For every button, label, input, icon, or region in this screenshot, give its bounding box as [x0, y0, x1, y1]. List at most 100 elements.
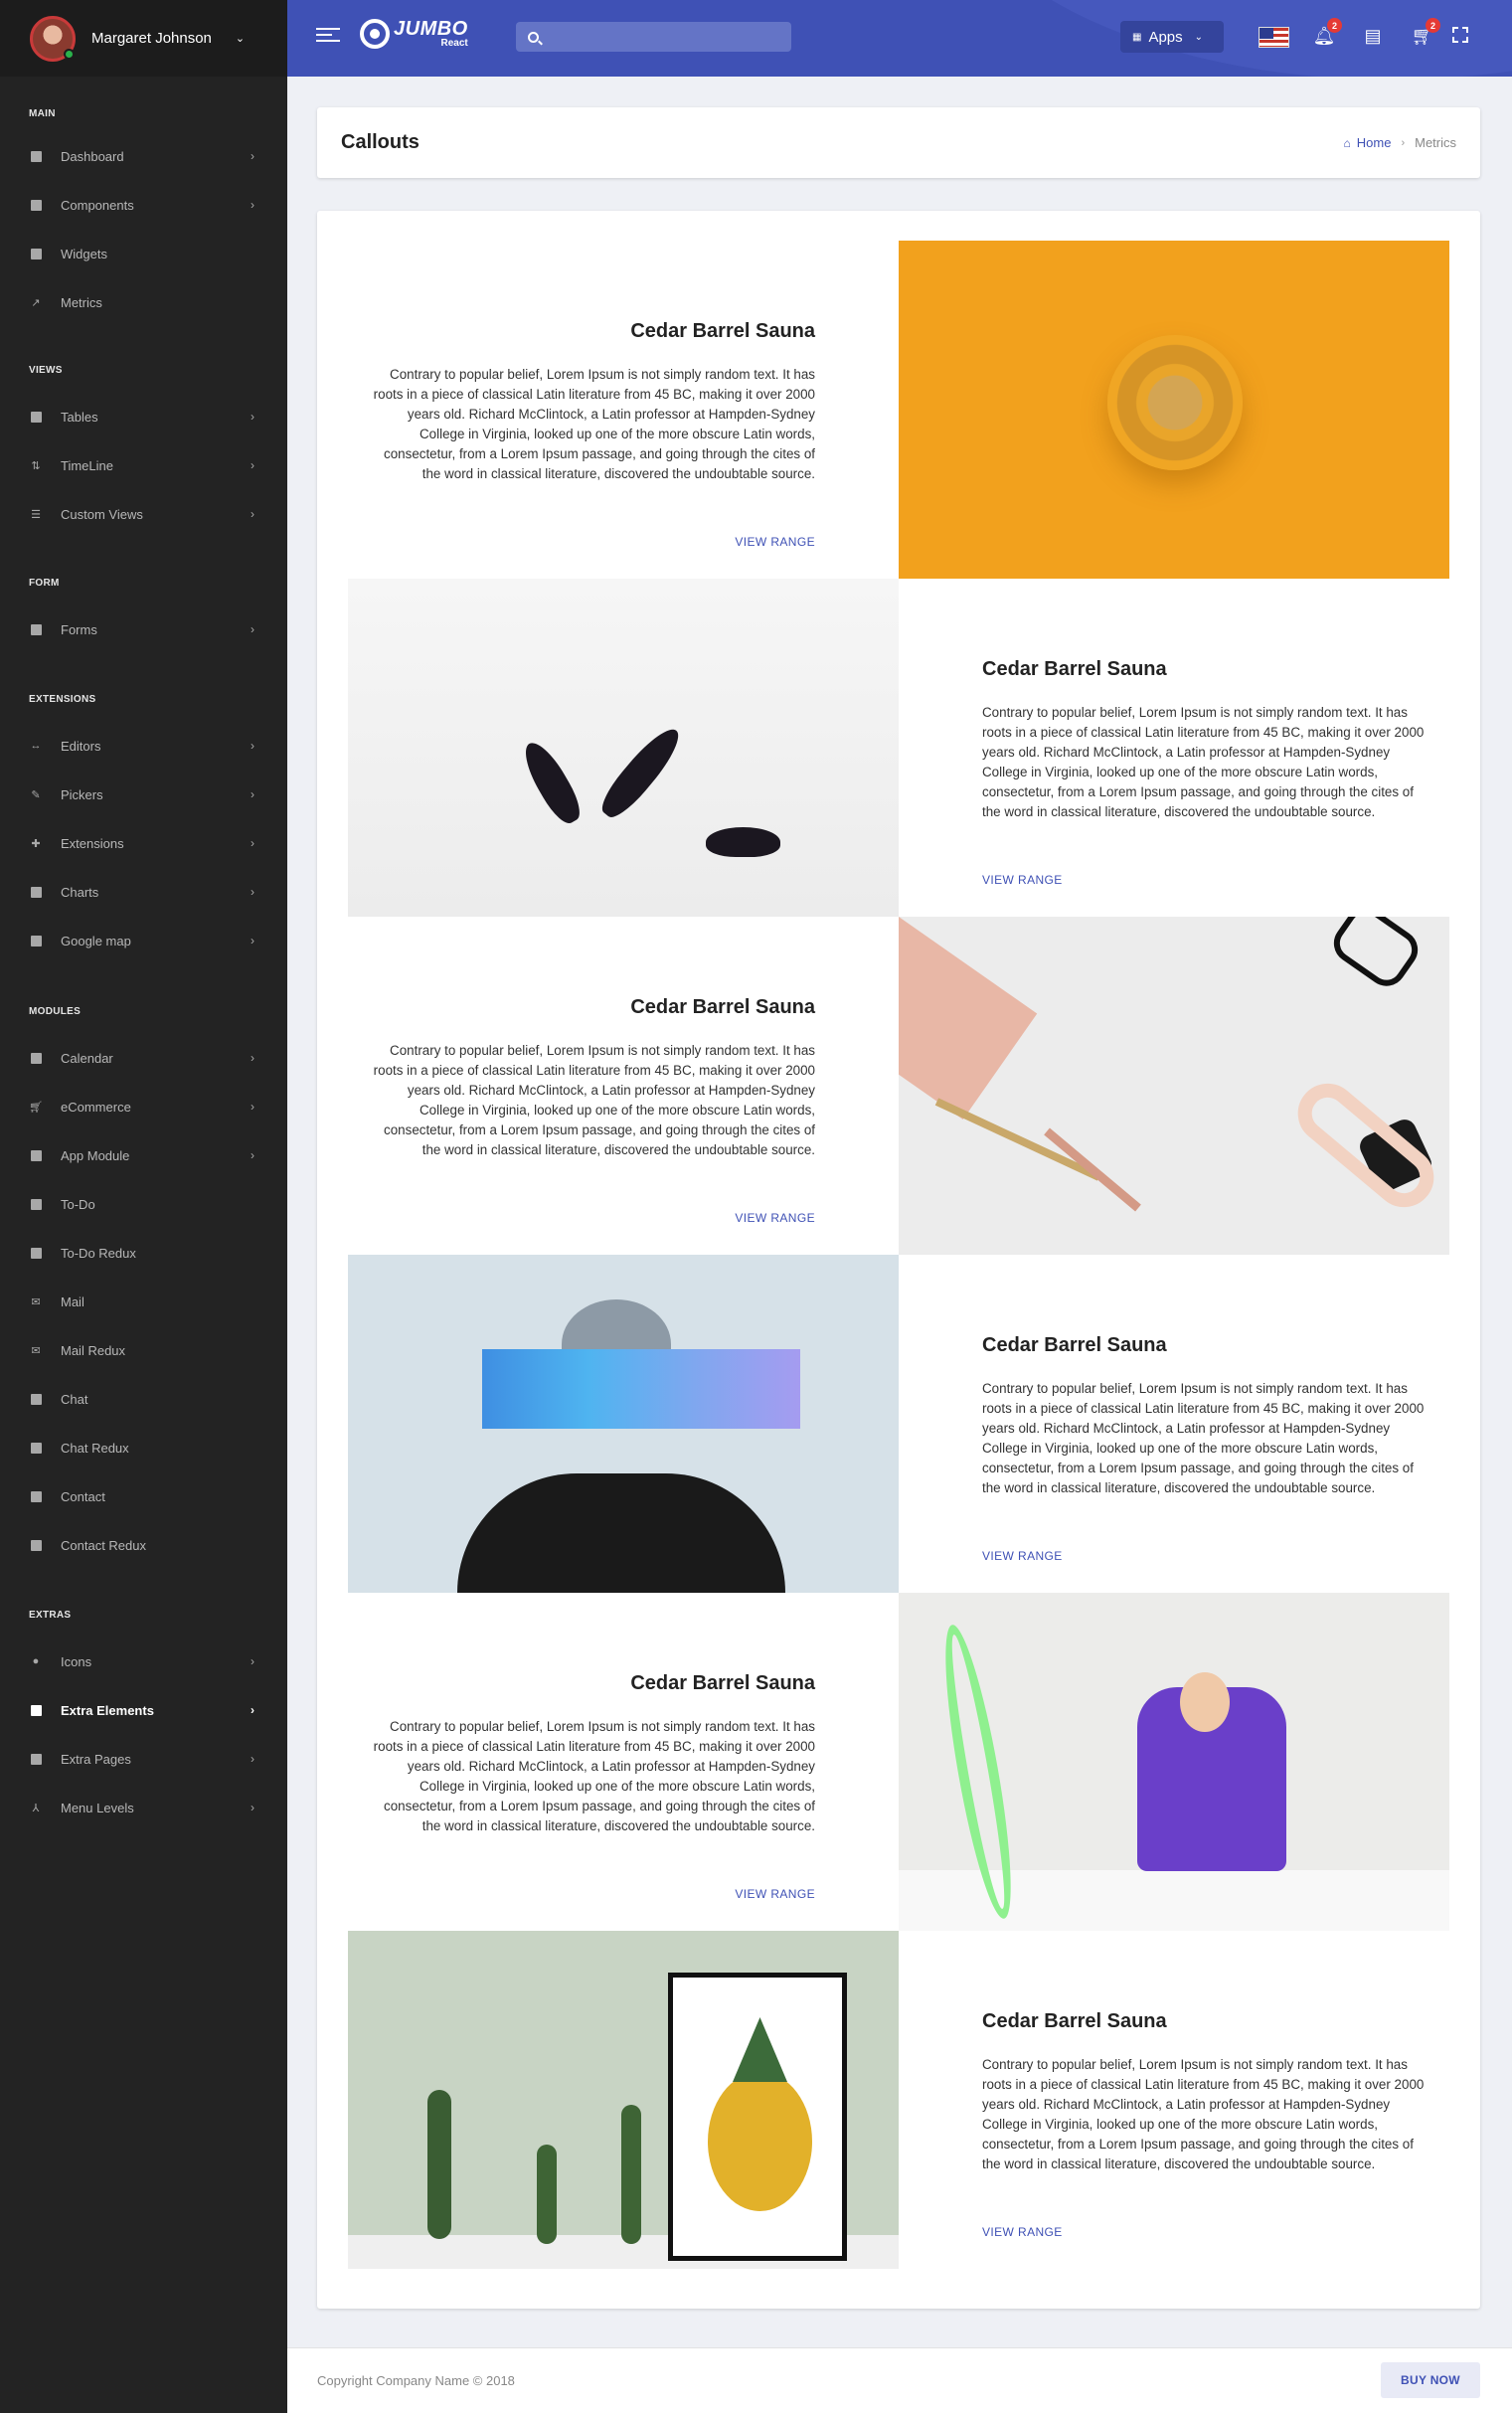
avatar[interactable] — [30, 15, 76, 62]
chevron-right-icon: › — [251, 622, 254, 636]
buy-now-button[interactable]: BUY NOW — [1381, 2362, 1480, 2398]
sidebar-item-metrics[interactable]: ↗ Metrics — [0, 282, 287, 322]
logo-subtitle: React — [440, 38, 468, 49]
sidebar-item-editors[interactable]: ↔ Editors › — [0, 726, 287, 766]
chevron-right-icon: › — [251, 149, 254, 163]
sidebar-item-todo-redux[interactable]: To-Do Redux — [0, 1233, 287, 1273]
sidebar-item-label: eCommerce — [61, 1099, 131, 1115]
pen-graphic — [934, 1098, 1101, 1181]
sidebar-item-todo[interactable]: To-Do — [0, 1184, 287, 1224]
puzzle-icon: ✚ — [31, 837, 41, 850]
ribbon-graphic — [932, 1621, 1024, 1923]
apps-grid-icon: ▦ — [1132, 31, 1142, 43]
sidebar-item-contact[interactable]: Contact — [0, 1476, 287, 1516]
page-header-card: Callouts ⌂ Home › Metrics — [317, 107, 1480, 178]
sidebar-item-mail[interactable]: ✉ Mail — [0, 1282, 287, 1321]
view-range-link[interactable]: VIEW RANGE — [735, 1211, 815, 1225]
sidebar-item-ecommerce[interactable]: 🛒︎ eCommerce › — [0, 1087, 287, 1126]
callout-item: Cedar Barrel Sauna Contrary to popular b… — [348, 1931, 1449, 2269]
chevron-right-icon: › — [251, 934, 254, 948]
message-icon[interactable]: ▤ — [1361, 24, 1385, 48]
fullscreen-icon[interactable] — [1452, 27, 1468, 43]
cart-icon[interactable]: 🛒︎ 2 — [1411, 18, 1440, 48]
user-profile[interactable]: Margaret Johnson ⌄ — [0, 0, 287, 77]
chat-icon — [29, 1392, 43, 1406]
sidebar-item-icons[interactable]: ● Icons › — [0, 1641, 287, 1681]
us-flag-icon[interactable] — [1259, 27, 1289, 48]
notification-badge: 2 — [1327, 18, 1342, 33]
logo-text: JUMBO React — [394, 19, 468, 49]
chevron-right-icon: › — [251, 836, 254, 850]
code-icon: ↔ — [30, 740, 42, 752]
sidebar-item-timeline[interactable]: ⇅ TimeLine › — [0, 445, 287, 485]
sidebar-item-label: Chat — [61, 1391, 88, 1407]
search-icon — [528, 31, 539, 43]
sidebar-item-label: Menu Levels — [61, 1800, 134, 1815]
chevron-right-icon: › — [1401, 136, 1406, 149]
sidebar-item-widgets[interactable]: Widgets — [0, 234, 287, 273]
callout-title: Cedar Barrel Sauna — [982, 2010, 1167, 2032]
menu-icon[interactable] — [316, 24, 340, 48]
callout-item: Cedar Barrel Sauna Contrary to popular b… — [348, 579, 1449, 917]
sidebar-item-label: Metrics — [61, 294, 102, 310]
sidebar-item-calendar[interactable]: Calendar › — [0, 1038, 287, 1078]
view-range-link[interactable]: VIEW RANGE — [735, 1887, 815, 1901]
breadcrumb: ⌂ Home › Metrics — [1344, 135, 1457, 150]
sidebar-item-dashboard[interactable]: Dashboard › — [0, 136, 287, 176]
sidebar-item-tables[interactable]: Tables › — [0, 397, 287, 436]
section-extensions: EXTENSIONS — [29, 694, 96, 705]
eggplant-graphic — [594, 721, 688, 824]
cactus-graphic — [427, 2090, 451, 2239]
chevron-right-icon: › — [251, 1801, 254, 1814]
bell-icon[interactable]: 🔔︎ 2 — [1312, 18, 1342, 48]
section-views: VIEWS — [29, 365, 63, 376]
sidebar-item-pickers[interactable]: ✎ Pickers › — [0, 775, 287, 814]
sidebar-item-contact-redux[interactable]: Contact Redux — [0, 1525, 287, 1565]
logo[interactable]: JUMBO React — [360, 19, 468, 49]
sidebar-item-google-map[interactable]: Google map › — [0, 921, 287, 960]
sidebar-item-forms[interactable]: Forms › — [0, 609, 287, 649]
search-box[interactable] — [516, 22, 791, 52]
poster-strip-graphic — [482, 1349, 800, 1429]
sidebar-item-menu-levels[interactable]: ⅄ Menu Levels › — [0, 1788, 287, 1827]
callout-text: Cedar Barrel Sauna Contrary to popular b… — [348, 1593, 899, 1931]
sidebar-item-label: Extra Pages — [61, 1751, 131, 1767]
apps-button[interactable]: ▦ Apps ⌄ — [1120, 21, 1224, 53]
eggplant-graphic — [516, 736, 588, 829]
sidebar-item-extra-pages[interactable]: Extra Pages › — [0, 1739, 287, 1779]
pineapple-leaves-graphic — [733, 2017, 787, 2082]
chevron-right-icon: › — [251, 1654, 254, 1668]
sidebar-item-components[interactable]: Components › — [0, 185, 287, 225]
chat-icon — [29, 1441, 43, 1455]
callout-description: Contrary to popular belief, Lorem Ipsum … — [373, 1043, 815, 1157]
sidebar-item-chat-redux[interactable]: Chat Redux — [0, 1428, 287, 1467]
sidebar-item-charts[interactable]: Charts › — [0, 872, 287, 912]
hierarchy-icon: ⅄ — [32, 1802, 40, 1814]
chevron-right-icon: › — [251, 507, 254, 521]
sidebar-item-extra-elements[interactable]: Extra Elements › — [0, 1690, 287, 1730]
view-range-link[interactable]: VIEW RANGE — [982, 1549, 1063, 1563]
safe-dial-graphic — [1107, 335, 1243, 470]
callout-item: Cedar Barrel Sauna Contrary to popular b… — [348, 1255, 1449, 1593]
breadcrumb-home-link[interactable]: Home — [1357, 135, 1392, 150]
chevron-down-icon[interactable]: ⌄ — [236, 32, 245, 45]
sidebar-item-chat[interactable]: Chat — [0, 1379, 287, 1419]
sidebar-item-label: Extra Elements — [61, 1702, 154, 1718]
section-extras: EXTRAS — [29, 1610, 72, 1621]
view-range-link[interactable]: VIEW RANGE — [982, 2225, 1063, 2239]
breadcrumb-current: Metrics — [1415, 135, 1456, 150]
chevron-right-icon: › — [251, 1100, 254, 1114]
sidebar-item-custom-views[interactable]: ☰ Custom Views › — [0, 494, 287, 534]
view-range-link[interactable]: VIEW RANGE — [735, 535, 815, 549]
sidebar-item-app-module[interactable]: App Module › — [0, 1135, 287, 1175]
callout-text: Cedar Barrel Sauna Contrary to popular b… — [348, 917, 899, 1255]
trending-up-icon: ↗ — [31, 296, 41, 309]
sidebar-item-mail-redux[interactable]: ✉ Mail Redux — [0, 1330, 287, 1370]
view-range-link[interactable]: VIEW RANGE — [982, 873, 1063, 887]
sidebar-item-label: Google map — [61, 933, 131, 948]
section-form: FORM — [29, 578, 60, 589]
sidebar-item-extensions[interactable]: ✚ Extensions › — [0, 823, 287, 863]
callout-description: Contrary to popular belief, Lorem Ipsum … — [982, 1381, 1425, 1495]
chevron-right-icon: › — [251, 1752, 254, 1766]
search-input[interactable] — [549, 29, 777, 45]
